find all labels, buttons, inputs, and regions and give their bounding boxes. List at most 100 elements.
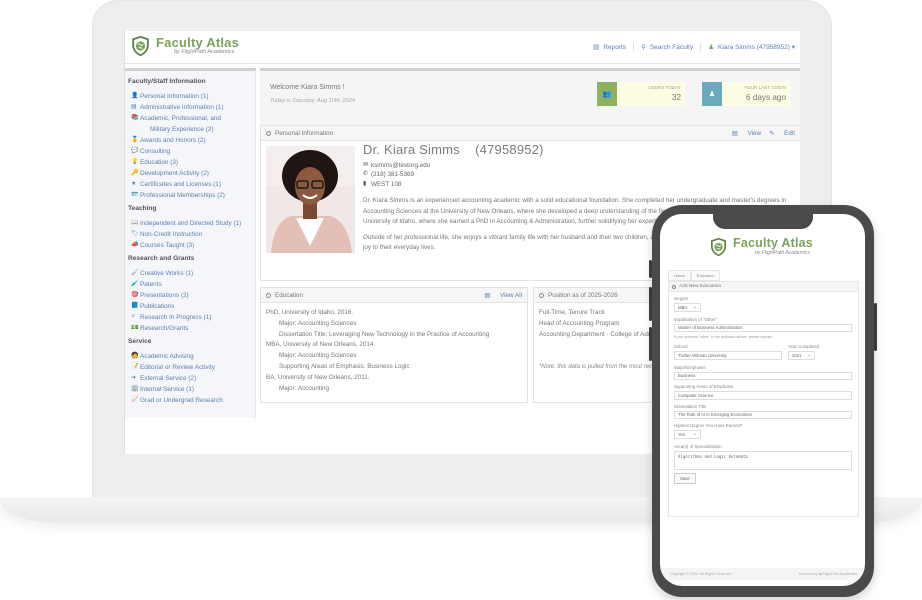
grant-icon: 💵 bbox=[131, 325, 139, 331]
dissertation-input[interactable]: The Role of AI in Emerging Economies bbox=[674, 410, 852, 419]
building-icon: 🏢 bbox=[131, 386, 139, 392]
sidebar-item-label: Academic, Professional, and bbox=[140, 115, 221, 122]
sidebar-item[interactable]: 🏷 Non-Credit Instruction bbox=[128, 229, 252, 240]
sidebar-item[interactable]: 📝 Editorial or Review Activity bbox=[128, 362, 252, 373]
major-input[interactable]: Business bbox=[674, 371, 852, 380]
brand-subtitle: by FlightPath Academics bbox=[755, 250, 810, 256]
sidebar-item-label: Research In Progress (1) bbox=[140, 314, 212, 321]
school-label: School bbox=[674, 344, 688, 349]
faculty-name: Dr. Kiara Simms bbox=[363, 142, 460, 157]
education-detail: Major: Accounting Sciences bbox=[279, 352, 357, 360]
email-link[interactable]: ksimms@testorg.edu bbox=[371, 161, 430, 170]
patent-icon: 🧪 bbox=[131, 281, 139, 287]
sidebar-item[interactable]: ➜ External Service (2) bbox=[128, 373, 252, 384]
sidebar-item[interactable]: ▤ Administrative Information (1) bbox=[128, 102, 252, 113]
nav-reports[interactable]: ▤ Reports bbox=[586, 43, 635, 51]
major-label: Major/Emphasis bbox=[674, 364, 706, 370]
education-detail: Major: Accounting Sciences bbox=[279, 319, 357, 327]
envelope-icon: ✉ bbox=[363, 162, 369, 168]
sidebar-item-label: Independent and Directed Study (1) bbox=[140, 220, 242, 227]
sidebar-item-label: Presentations (2) bbox=[140, 292, 189, 299]
nav-user-menu[interactable]: ♟ Kiara Simms (47958952) ▾ bbox=[701, 43, 795, 51]
panel-header: Education ▤ View All bbox=[261, 288, 527, 303]
powered-by-link[interactable]: Powered by ◀ FlightPath Academics bbox=[799, 572, 857, 576]
other-explanation-input[interactable]: Master of Business Administration bbox=[674, 323, 852, 332]
sidebar-item[interactable]: 💵 Research/Grants bbox=[128, 323, 252, 334]
sidebar-item-label: Patents bbox=[140, 281, 162, 288]
specialization-textarea[interactable]: Algorithms and Logic Automata bbox=[674, 450, 852, 470]
sidebar-item[interactable]: 🧑 Academic Advising bbox=[128, 351, 252, 362]
sidebar-item[interactable]: 💡 Education (3) bbox=[128, 157, 252, 168]
specialization-label: Area(s) of Specialization bbox=[674, 443, 722, 449]
office-location: WEST 108 bbox=[371, 180, 402, 188]
sidebar-heading: Research and Grants bbox=[128, 255, 195, 262]
sidebar-item[interactable]: 🧪 Patents bbox=[128, 279, 252, 290]
sidebar-item[interactable]: 💬 Consulting bbox=[128, 146, 252, 157]
sidebar-item[interactable]: 🖌 Creative Works (1) bbox=[128, 268, 252, 279]
brand-title: Faculty Atlas bbox=[156, 35, 240, 50]
brush-icon: 🖌 bbox=[131, 270, 139, 276]
logo[interactable]: Faculty Atlas by FlightPath Academics bbox=[131, 35, 239, 57]
sidebar-item[interactable]: 🔑 Development Activity (2) bbox=[128, 168, 252, 179]
phone-frame: Faculty Atlas by FlightPath Academics Ho… bbox=[649, 205, 877, 597]
user-icon: ♟ bbox=[708, 44, 715, 51]
sidebar-item-label: Administrative Information (1) bbox=[140, 104, 224, 111]
sidebar-item[interactable]: Military Experience (2) bbox=[128, 124, 252, 135]
support-input[interactable]: Computer Science bbox=[674, 391, 852, 400]
degree-value: MBA bbox=[678, 304, 688, 310]
save-button[interactable]: Save bbox=[674, 472, 696, 484]
panel-header: Personal Information ▤ View ✎ Edit bbox=[261, 126, 800, 141]
sidebar-item[interactable]: 🏅 Awards and Honors (2) bbox=[128, 135, 252, 146]
phone-icon: ✆ bbox=[363, 171, 369, 178]
profile-name: Dr. Kiara Simms (47958952) bbox=[363, 142, 544, 157]
education-detail: Dissertation Title: Leveraging New Techn… bbox=[279, 330, 490, 338]
sidebar-item[interactable]: 📖 Independent and Directed Study (1) bbox=[128, 218, 252, 229]
sidebar-item-label: Internal Service (1) bbox=[140, 386, 194, 393]
mobile-logo[interactable]: Faculty Atlas by FlightPath Academics bbox=[710, 237, 813, 257]
sidebar-item-label: Research/Grants bbox=[140, 325, 189, 332]
sidebar-item[interactable]: 🏢 Internal Service (1) bbox=[128, 384, 252, 395]
sidebar-item-label: Development Activity (2) bbox=[140, 170, 209, 177]
sidebar-item[interactable]: 🪪 Professional Memberships (2) bbox=[128, 190, 252, 201]
school-input[interactable]: Tucker Witman University bbox=[674, 351, 782, 360]
dissertation-label: Dissertation Title bbox=[674, 403, 707, 409]
sidebar-heading: Service bbox=[128, 338, 152, 345]
view-button[interactable]: ▤ View bbox=[732, 130, 761, 137]
membership-icon: 🪪 bbox=[131, 192, 139, 198]
copyright-text: Copyright © 2024. All Rights Reserved bbox=[670, 572, 732, 576]
sidebar-item[interactable]: ⚡ Research In Progress (1) bbox=[128, 312, 252, 323]
sidebar-item[interactable]: 📚 Academic, Professional, and bbox=[128, 113, 252, 124]
breadcrumb-education[interactable]: Education bbox=[690, 270, 721, 281]
users-icon: 👥 bbox=[597, 82, 617, 106]
chevron-down-icon: ⌄ bbox=[693, 304, 697, 310]
top-nav: ▤ Reports ⚲ Search Faculty ♟ Kiara Simms… bbox=[586, 43, 795, 51]
degree-select[interactable]: MBA ⌄ bbox=[674, 303, 701, 312]
sidebar-item[interactable]: 📈 Grad or Undergrad Research bbox=[128, 395, 252, 406]
sidebar-group: Teaching 📖 Independent and Directed Study … bbox=[128, 205, 252, 251]
search-icon: ⚲ bbox=[641, 44, 646, 51]
sidebar-item[interactable]: 👤 Personal Information (1) bbox=[128, 91, 252, 102]
sidebar-item[interactable]: 🎯 Presentations (2) bbox=[128, 290, 252, 301]
chat-icon: 💬 bbox=[131, 148, 139, 154]
star-icon: ★ bbox=[131, 181, 137, 187]
sidebar-item-label: Education (3) bbox=[140, 159, 179, 166]
sidebar-item[interactable]: ★ Certificates and Licenses (1) bbox=[128, 179, 252, 190]
stat-label: Users Today bbox=[648, 85, 681, 90]
nav-search-faculty[interactable]: ⚲ Search Faculty bbox=[634, 43, 702, 51]
stat-users-today: 👥 Users Today 32 bbox=[597, 82, 685, 106]
edit-button[interactable]: ✎ Edit bbox=[769, 130, 795, 137]
sidebar-item[interactable]: 📘 Publications bbox=[128, 301, 252, 312]
circle-icon bbox=[266, 130, 271, 136]
sidebar-item-label: Grad or Undergrad Research bbox=[140, 397, 223, 404]
highest-degree-select[interactable]: Yes ⌄ bbox=[674, 430, 701, 439]
nav-search-label: Search Faculty bbox=[649, 43, 694, 51]
view-all-button[interactable]: ▤ View All bbox=[484, 292, 522, 299]
breadcrumb-home[interactable]: Home bbox=[668, 270, 691, 281]
sidebar-group: Service 🧑 Academic Advising 📝 Editorial or R… bbox=[128, 338, 252, 406]
other-label: Explanation of "Other" bbox=[674, 316, 718, 322]
year-select[interactable]: 2021 ⌄ bbox=[788, 351, 815, 360]
sidebar-group: Research and Grants 🖌 Creative Works (1) 🧪 P… bbox=[128, 255, 252, 334]
other-help-text: If you selected "other" in the selection… bbox=[674, 335, 773, 339]
sidebar-item[interactable]: 📣 Courses Taught (3) bbox=[128, 240, 252, 251]
sidebar-item-label: Creative Works (1) bbox=[140, 270, 194, 277]
